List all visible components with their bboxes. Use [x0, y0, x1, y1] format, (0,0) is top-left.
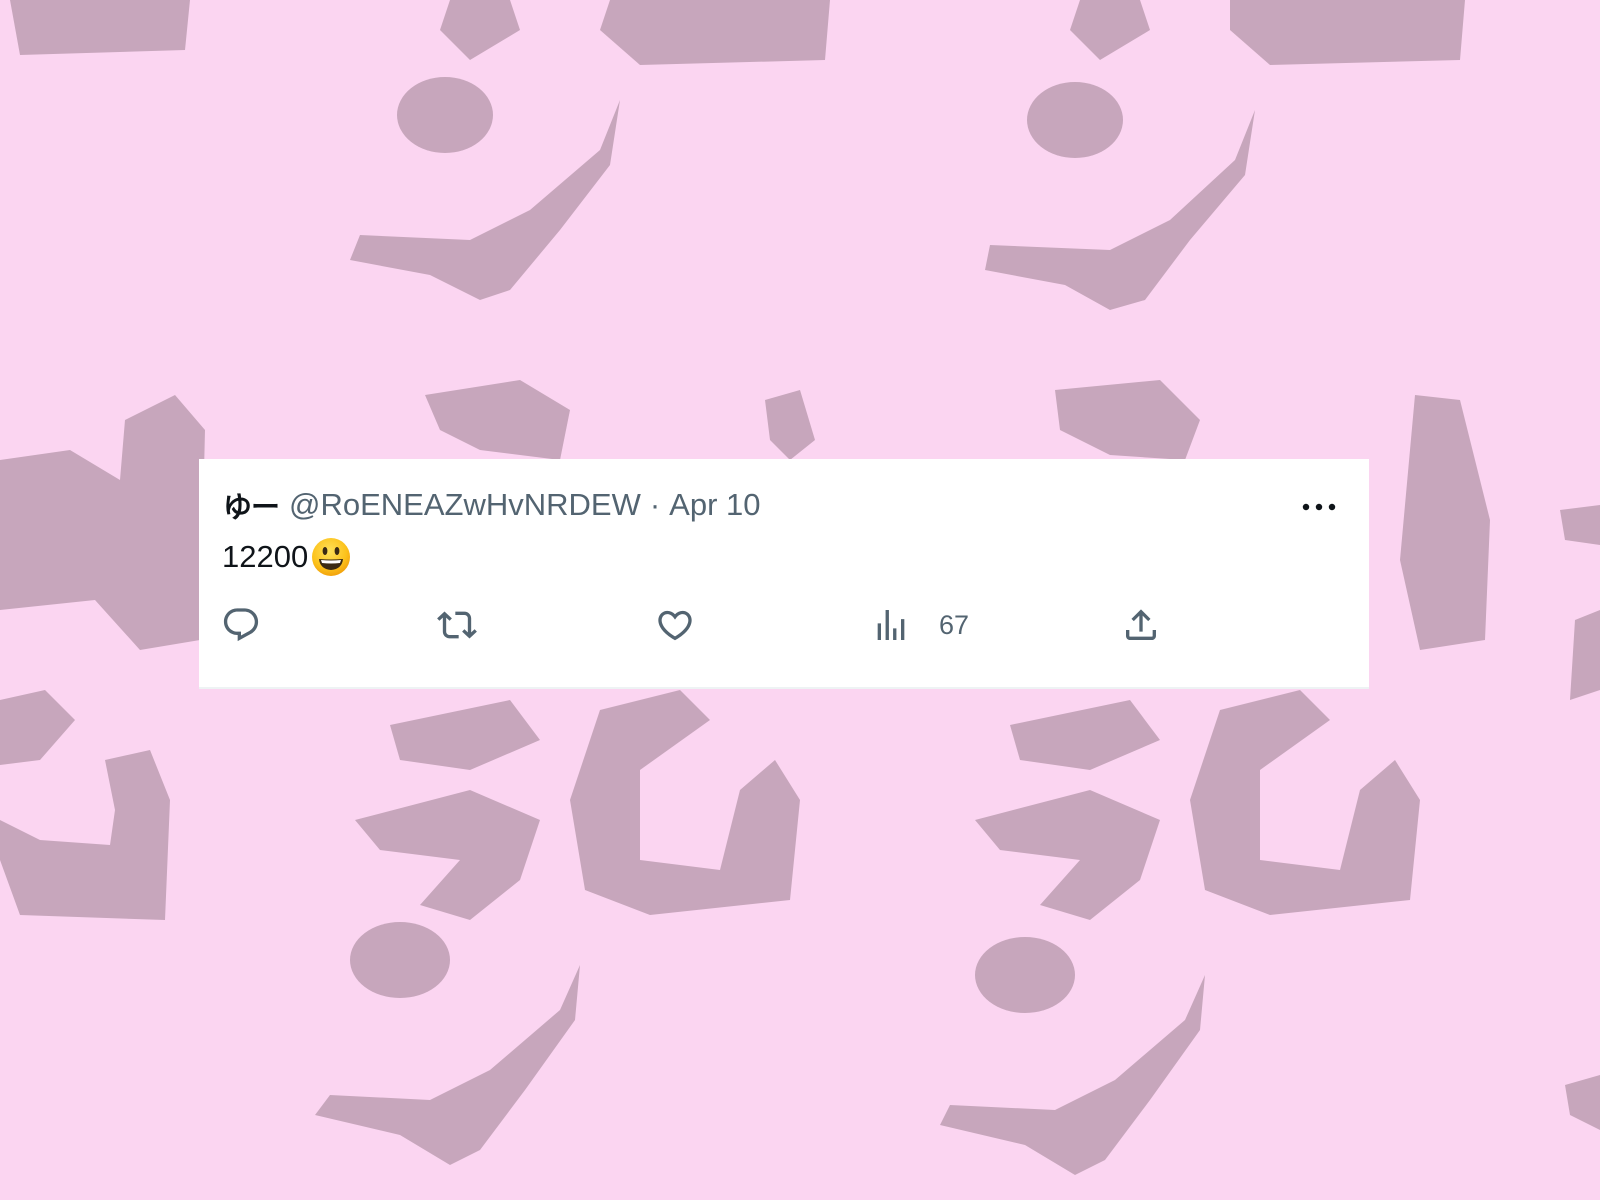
- views-button[interactable]: 67: [871, 603, 969, 647]
- share-button[interactable]: [1121, 603, 1161, 647]
- tweet-header: ゆー @RoENEAZwHvNRDEW · Apr 10: [223, 484, 761, 526]
- reply-icon: [223, 608, 259, 642]
- reply-button[interactable]: [221, 603, 261, 647]
- more-options-button[interactable]: [1299, 489, 1339, 525]
- tweet-date[interactable]: Apr 10: [669, 487, 760, 523]
- like-icon: [658, 610, 692, 641]
- tweet-text-content: 12200: [222, 539, 309, 574]
- share-icon: [1126, 609, 1156, 640]
- like-button[interactable]: [655, 603, 695, 647]
- repost-icon: [437, 611, 477, 639]
- views-icon: [877, 610, 905, 640]
- display-name[interactable]: ゆー: [223, 484, 280, 526]
- user-handle[interactable]: @RoENEAZwHvNRDEW: [289, 487, 641, 523]
- tweet-card[interactable]: ゆー @RoENEAZwHvNRDEW · Apr 10 12200 67: [199, 459, 1369, 689]
- repost-button[interactable]: [437, 603, 477, 647]
- tweet-text: 12200: [222, 537, 352, 577]
- more-horizontal-icon: [1302, 503, 1336, 511]
- grinning-face-emoji-icon: [310, 536, 352, 578]
- views-count: 67: [939, 609, 970, 640]
- header-separator: ·: [649, 487, 661, 522]
